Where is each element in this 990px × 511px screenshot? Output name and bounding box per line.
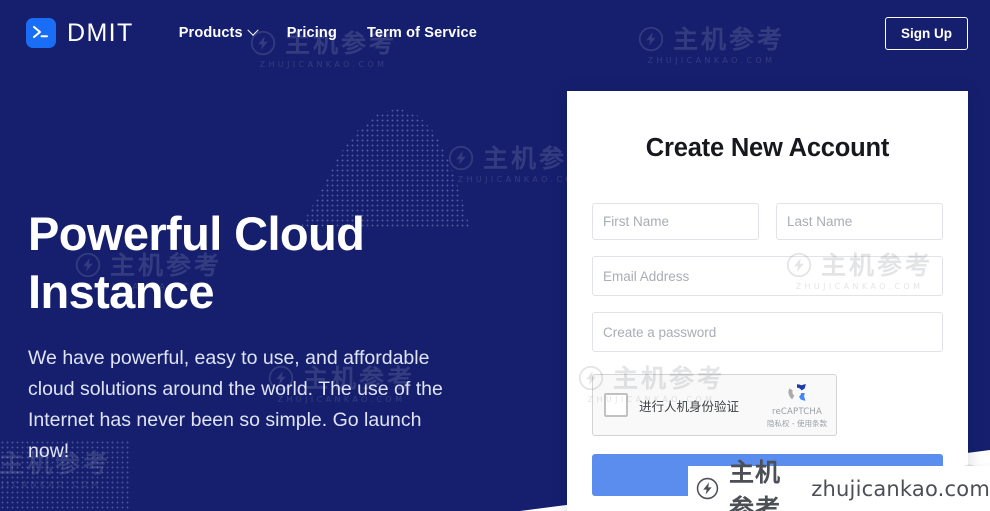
- hero-title-line-2: Instance: [28, 265, 214, 318]
- hero-title-line-1: Powerful Cloud: [28, 207, 365, 260]
- chevron-down-icon: [247, 24, 259, 36]
- password-input[interactable]: [592, 312, 943, 352]
- recaptcha-terms[interactable]: 隐私权 - 使用条款: [766, 418, 828, 429]
- nav-item-tos-label: Term of Service: [366, 25, 477, 41]
- recaptcha-label: 进行人机身份验证: [639, 398, 740, 414]
- recaptcha-checkbox[interactable]: [604, 393, 628, 417]
- page-root: DMIT Products Pricing Term of Service Si…: [0, 0, 990, 511]
- brand-name: DMIT: [67, 18, 134, 47]
- terminal-prompt-icon: [26, 18, 56, 48]
- sign-up-button[interactable]: Sign Up: [885, 16, 968, 50]
- nav-item-pricing-label: Pricing: [286, 25, 337, 41]
- hero-section: Powerful Cloud Instance We have powerful…: [28, 205, 458, 467]
- nav-item-term-of-service[interactable]: Term of Service: [367, 25, 477, 41]
- recaptcha-arrows-icon: [788, 384, 806, 401]
- first-name-input[interactable]: [592, 203, 759, 240]
- name-field-row: [592, 203, 943, 240]
- email-input[interactable]: [592, 256, 943, 296]
- main-nav: Products Pricing Term of Service: [178, 24, 477, 41]
- top-navigation-bar: DMIT Products Pricing Term of Service Si…: [0, 0, 990, 66]
- zhujicankao-bolt-icon: [696, 477, 719, 500]
- watermark-bar-cn: 主机参考: [728, 457, 781, 511]
- brand-logo[interactable]: DMIT: [26, 18, 134, 48]
- last-name-input[interactable]: [776, 203, 943, 240]
- nav-item-products-label: Products: [178, 25, 243, 41]
- nav-item-products[interactable]: Products: [178, 24, 259, 41]
- recaptcha-brand-name: reCAPTCHA: [771, 407, 823, 417]
- nav-item-pricing[interactable]: Pricing: [287, 25, 337, 41]
- recaptcha-widget[interactable]: 进行人机身份验证 reCAPTCHA 隐私权 - 使用条款: [592, 374, 837, 436]
- watermark-overlay-bar: 主机参考 zhujicankao.com: [688, 458, 990, 511]
- signup-card-title: Create New Account: [645, 134, 890, 162]
- hero-subtitle: We have powerful, easy to use, and affor…: [28, 347, 443, 462]
- watermark-bar-en: zhujicankao.com: [811, 476, 990, 501]
- hero-title: Powerful Cloud Instance: [28, 205, 458, 321]
- signup-card: Create New Account 进行人机身份验证 reCAPTCHA: [567, 91, 968, 511]
- recaptcha-branding: reCAPTCHA 隐私权 - 使用条款: [766, 380, 828, 429]
